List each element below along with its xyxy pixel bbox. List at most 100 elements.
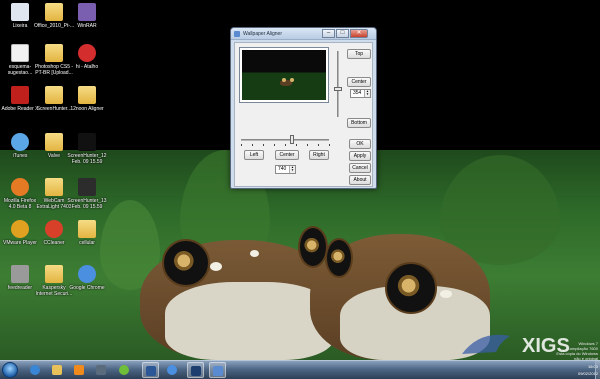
document-icon: [11, 44, 29, 62]
desktop-icon-label: Valve: [47, 153, 61, 159]
desktop-icon-label: cellular: [79, 240, 95, 246]
start-button[interactable]: [2, 362, 18, 378]
slider-tick: [329, 144, 330, 146]
folder-icon: [45, 133, 63, 151]
vertical-offset-input[interactable]: 354 ▲ ▼: [350, 89, 371, 98]
taskbar-button[interactable]: [93, 362, 110, 378]
wallpaper-aligner-window: Wallpaper Aligner – □ ✕ Top Center 354 ▲…: [230, 27, 377, 189]
taskbar-button[interactable]: [187, 362, 204, 378]
slider-tick: [241, 144, 242, 146]
winrar-icon: [78, 3, 96, 21]
folder-icon: [45, 86, 63, 104]
screenshot-icon: [78, 178, 96, 196]
system-tray[interactable]: 16:00 09/02/2012: [548, 363, 598, 379]
taskbar-button[interactable]: [116, 362, 133, 378]
window-client-area: Top Center 354 ▲ ▼ Bottom Left Center Rig…: [234, 42, 373, 187]
media-player-icon: [74, 365, 84, 375]
horizontal-offset-spinner[interactable]: ▲ ▼: [289, 166, 295, 173]
top-button[interactable]: Top: [347, 49, 371, 59]
right-button[interactable]: Right: [309, 150, 329, 160]
chrome-icon: [167, 365, 177, 375]
taskbar-button[interactable]: [164, 362, 181, 378]
windows-build-text: Windows 7 Compilação 7600 Esta cópia do …: [553, 341, 598, 361]
taskbar-button[interactable]: [49, 362, 66, 378]
cancel-button[interactable]: Cancel: [349, 163, 371, 173]
slider-tick: [263, 144, 264, 146]
horizontal-slider-track[interactable]: [241, 139, 329, 141]
desktop-icon[interactable]: WinRAR: [67, 3, 107, 29]
desktop-icon[interactable]: ScreenHunter_13 Feb. 09 15.59: [67, 178, 107, 210]
window-title: Wallpaper Aligner: [243, 31, 283, 37]
clock-time[interactable]: 16:00: [548, 363, 598, 370]
desktop-icon-label: Lixeira: [12, 23, 28, 29]
folder-icon: [45, 3, 63, 21]
desktop-icon[interactable]: Google Chrome: [67, 265, 107, 291]
taskbar: 16:00 09/02/2012: [0, 360, 600, 379]
wallpaper-aligner-icon: [213, 366, 223, 376]
itunes-icon: [11, 133, 29, 151]
slider-tick: [318, 144, 319, 146]
slider-tick: [274, 144, 275, 146]
left-button[interactable]: Left: [244, 150, 264, 160]
minimize-button[interactable]: –: [322, 29, 335, 38]
slider-tick: [296, 144, 297, 146]
vertical-offset-value: 354: [353, 90, 362, 96]
folder-icon: [45, 178, 63, 196]
clock-date[interactable]: 09/02/2012: [548, 370, 598, 377]
desktop-icon[interactable]: hi - Atalho: [67, 44, 107, 70]
desktop-icon-label: iTunes: [12, 153, 28, 159]
taskbar-button[interactable]: [27, 362, 44, 378]
screenshot-icon: [78, 133, 96, 151]
desktop-icon-label: Mozilla Firefox 4.0 Beta 8: [3, 198, 37, 210]
screenhunter-icon: [96, 365, 106, 375]
taskbar-button[interactable]: [142, 362, 159, 378]
desktop-icon-label: VMware Player: [3, 240, 37, 246]
desktop-icon[interactable]: cellular: [67, 220, 107, 246]
app-icon: [234, 31, 240, 37]
center-vertical-button[interactable]: Center: [347, 77, 371, 87]
desktop-icon-label: WinRAR: [77, 23, 97, 29]
desktop-icon-label: 12noon Aligner: [70, 106, 104, 112]
adobe-reader-icon: [11, 86, 29, 104]
maximize-button[interactable]: □: [336, 29, 349, 38]
about-button[interactable]: About: [349, 175, 371, 185]
show-desktop-button[interactable]: [595, 361, 600, 379]
folder-icon: [78, 86, 96, 104]
apply-button[interactable]: Apply: [349, 151, 371, 161]
wallpaper-preview: [239, 47, 329, 103]
folder-icon: [78, 220, 96, 238]
vertical-offset-spinner[interactable]: ▲ ▼: [364, 90, 370, 97]
desktop-icon-label: Adobe Reader X: [1, 106, 39, 112]
desktop-icon-label: CCleaner: [43, 240, 65, 246]
chrome-icon: [78, 265, 96, 283]
bottom-button[interactable]: Bottom: [347, 118, 371, 128]
folder-icon: [45, 44, 63, 62]
vertical-slider-thumb[interactable]: [334, 87, 342, 92]
desktop-icon[interactable]: 12noon Aligner: [67, 86, 107, 112]
desktop-icon[interactable]: ScreenHunter_12 Feb. 09 15.59: [67, 133, 107, 165]
vertical-slider-track[interactable]: [337, 51, 339, 117]
close-button[interactable]: ✕: [350, 29, 368, 38]
desktop-icon-label: ScreenHunter_13 Feb. 09 15.59: [67, 198, 107, 210]
slider-tick: [285, 144, 286, 146]
desktop-icon-label: ScreenHunter_12 Feb. 09 15.59: [67, 153, 107, 165]
ok-button[interactable]: OK: [349, 139, 371, 149]
center-horizontal-button[interactable]: Center: [275, 150, 299, 160]
shortcut-icon: [78, 44, 96, 62]
horizontal-offset-input[interactable]: 740 ▲ ▼: [275, 165, 296, 174]
taskbar-button[interactable]: [209, 362, 226, 378]
window-titlebar[interactable]: Wallpaper Aligner – □ ✕: [231, 28, 376, 40]
taskbar-button[interactable]: [71, 362, 88, 378]
desktop-icon-label: esquema-sugestao...: [7, 64, 33, 76]
slider-tick: [252, 144, 253, 146]
slider-tick: [307, 144, 308, 146]
windows-media-center-icon: [119, 365, 129, 375]
horizontal-offset-value: 740: [278, 166, 287, 172]
firefox-icon: [11, 178, 29, 196]
photoshop-icon: [191, 366, 201, 376]
desktop-icon-label: feedreader: [7, 285, 33, 291]
horizontal-slider-thumb[interactable]: [290, 135, 295, 144]
folder-icon: [45, 265, 63, 283]
internet-explorer-icon: [30, 365, 40, 375]
feedreader-icon: [11, 265, 29, 283]
